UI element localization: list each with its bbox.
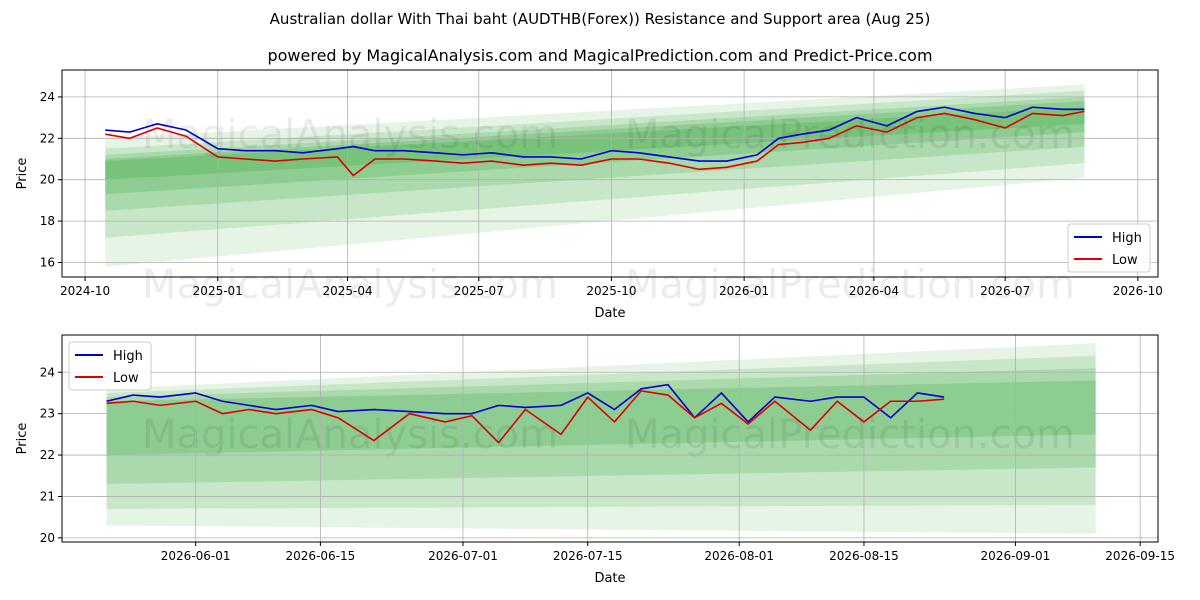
x-tick-label: 2026-08-15 — [829, 549, 899, 563]
watermark: MagicalAnalysis.com — [142, 412, 558, 458]
legend-label-low: Low — [113, 371, 139, 386]
y-tick-label: 23 — [40, 407, 55, 421]
watermark: MagicalPrediction.com — [625, 112, 1075, 158]
x-tick-label: 2026-07-15 — [553, 549, 623, 563]
y-tick-label: 24 — [40, 365, 55, 379]
y-tick-label: 20 — [40, 173, 55, 187]
x-tick-label: 2025-07 — [454, 284, 504, 298]
x-tick-label: 2026-04 — [849, 284, 899, 298]
x-tick-label: 2026-07 — [980, 284, 1030, 298]
y-axis-label: Price — [15, 423, 30, 455]
x-axis-label: Date — [594, 306, 625, 321]
x-tick-label: 2026-06-01 — [161, 549, 231, 563]
x-tick-label: 2025-10 — [586, 284, 636, 298]
watermark: MagicalPrediction.com — [625, 412, 1075, 458]
y-axis-label: Price — [15, 158, 30, 190]
x-axis-label: Date — [594, 571, 625, 586]
x-tick-label: 2024-10 — [60, 284, 110, 298]
y-tick-label: 22 — [40, 448, 55, 462]
x-tick-label: 2025-04 — [322, 284, 372, 298]
y-tick-label: 22 — [40, 131, 55, 145]
y-tick-label: 21 — [40, 489, 55, 503]
y-tick-label: 18 — [40, 214, 55, 228]
chart-canvas: MagicalAnalysis.com MagicalPrediction.com… — [15, 69, 1175, 586]
legend-label-high: High — [1112, 231, 1142, 246]
y-tick-label: 24 — [40, 90, 55, 104]
x-tick-label: 2026-06-15 — [286, 549, 356, 563]
chart-panel-1: MagicalAnalysis.com MagicalPrediction.com… — [15, 69, 1163, 321]
x-tick-label: 2026-09-15 — [1105, 549, 1175, 563]
x-tick-label: 2026-01 — [719, 284, 769, 298]
legend-label-low: Low — [1112, 253, 1138, 268]
watermark: MagicalAnalysis.com — [142, 112, 558, 158]
x-tick-label: 2026-08-01 — [704, 549, 774, 563]
x-tick-label: 2026-09-01 — [981, 549, 1051, 563]
y-tick-label: 16 — [40, 256, 55, 270]
legend-label-high: High — [113, 349, 143, 364]
x-tick-label: 2026-07-01 — [428, 549, 498, 563]
x-tick-label: 2025-01 — [193, 284, 243, 298]
chart-panel-2: MagicalAnalysis.com MagicalPrediction.com… — [15, 334, 1175, 586]
y-tick-label: 20 — [40, 531, 55, 545]
x-tick-label: 2026-10 — [1113, 284, 1163, 298]
